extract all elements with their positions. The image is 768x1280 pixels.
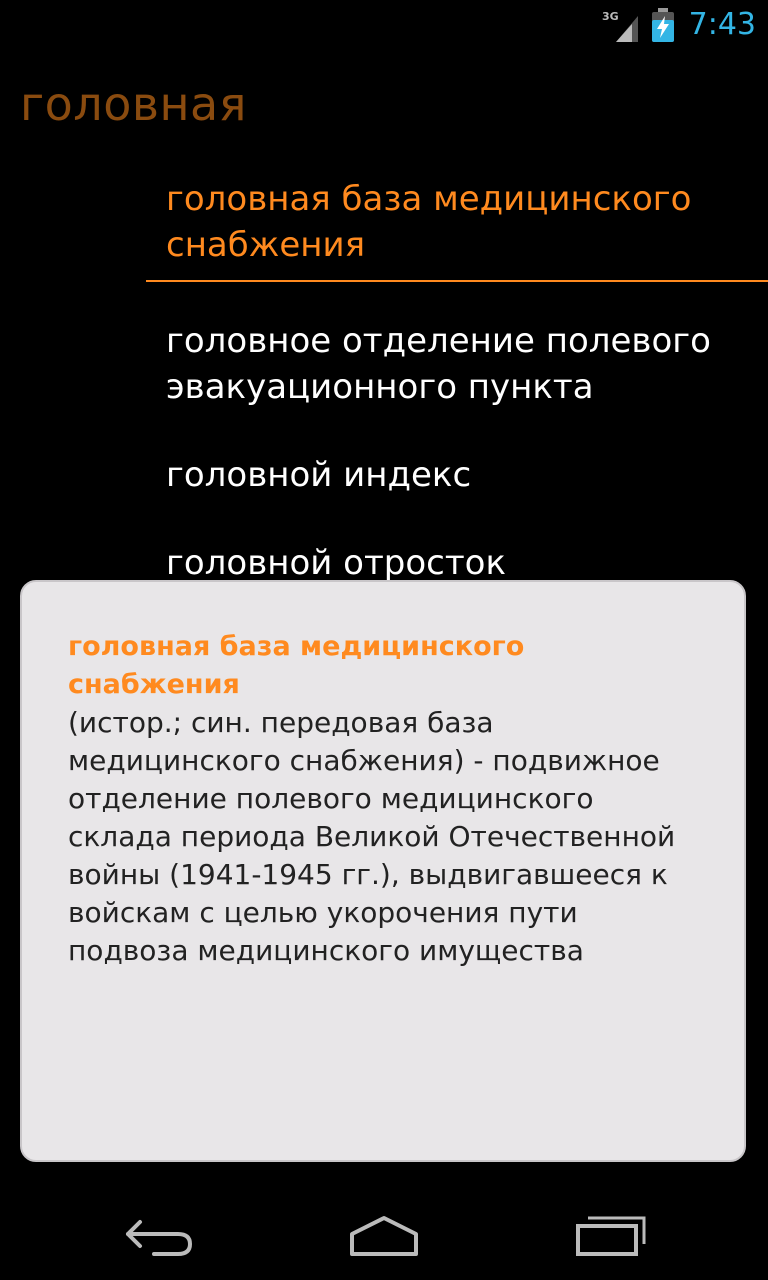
list-item[interactable]: головная база медицинского снабжения xyxy=(146,170,768,282)
list-item-label: головной индекс xyxy=(166,455,472,495)
definition-text: (истор.; син. передовая база медицинског… xyxy=(68,706,676,967)
clock: 7:43 xyxy=(688,7,756,42)
status-bar: 3G 7:43 xyxy=(0,0,768,50)
definition-popup[interactable]: головная база медицинского снабжения (ис… xyxy=(20,580,746,1162)
home-icon[interactable] xyxy=(344,1210,424,1260)
list-item-label: головное отделение полевого эвакуационно… xyxy=(166,321,711,407)
recents-icon[interactable] xyxy=(570,1210,650,1260)
search-query-title: головная xyxy=(20,77,247,131)
list-item[interactable]: головное отделение полевого эвакуационно… xyxy=(146,312,768,416)
signal-3g-icon: 3G xyxy=(602,10,638,42)
back-icon[interactable] xyxy=(120,1210,200,1260)
svg-text:3G: 3G xyxy=(602,10,619,23)
list-item-label: головная база медицинского снабжения xyxy=(166,179,692,265)
definition-term: головная база медицинского снабжения xyxy=(68,631,525,700)
list-item[interactable]: головной индекс xyxy=(146,446,768,504)
navigation-bar xyxy=(0,1190,768,1280)
results-list: головная база медицинского снабжения гол… xyxy=(146,170,768,592)
list-item-label: головной отросток xyxy=(166,543,506,583)
battery-charging-icon xyxy=(652,8,674,42)
